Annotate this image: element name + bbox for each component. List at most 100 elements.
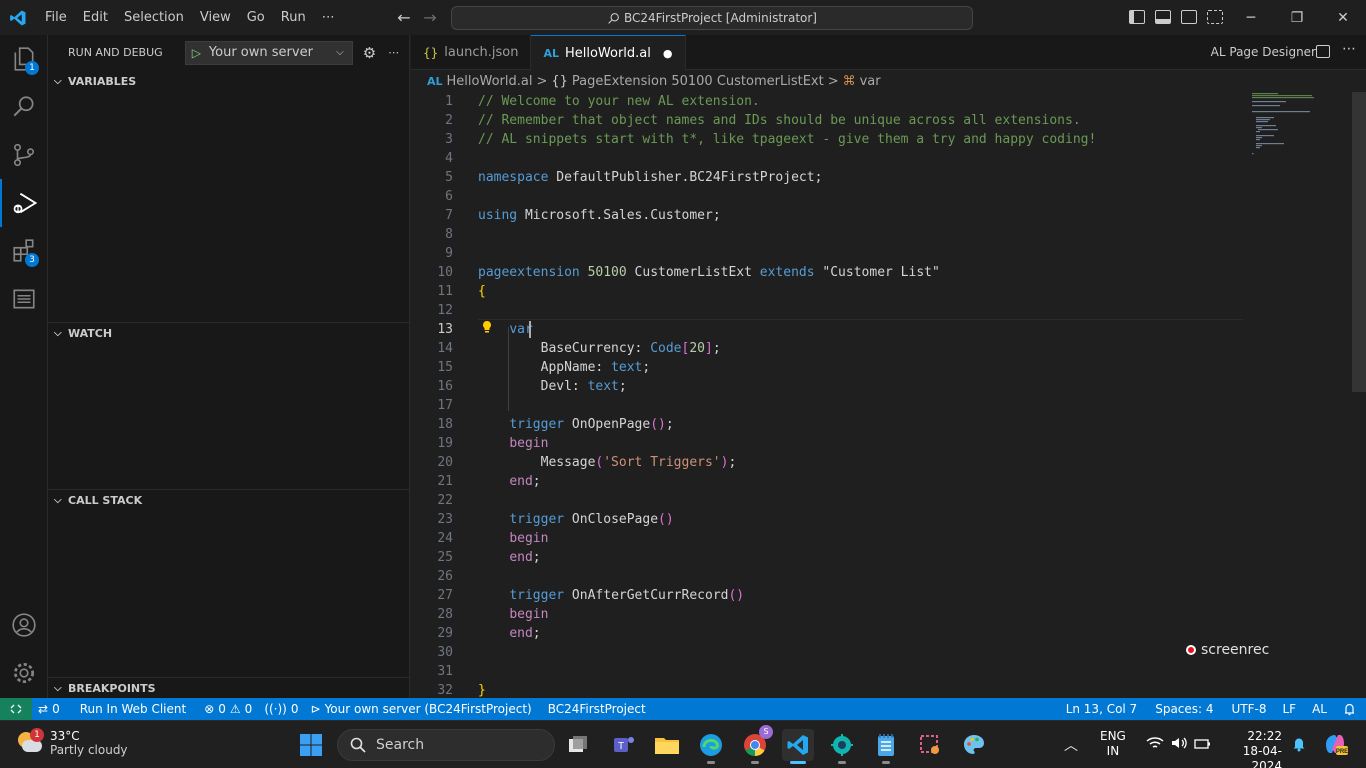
- lightbulb-icon[interactable]: [481, 320, 493, 338]
- taskbar-search[interactable]: Search: [337, 729, 555, 761]
- remote-indicator-icon[interactable]: [0, 698, 32, 720]
- notifications-icon[interactable]: [1337, 698, 1362, 720]
- wifi-icon[interactable]: [1146, 735, 1164, 755]
- code-line[interactable]: 22: [411, 491, 1251, 510]
- copilot-icon[interactable]: PRE: [1322, 731, 1348, 761]
- code-line[interactable]: 14 BaseCurrency: Code[20];: [411, 339, 1251, 358]
- section-variables[interactable]: ⌵ VARIABLES: [48, 70, 410, 92]
- menu-run[interactable]: Run: [273, 0, 314, 35]
- code-line[interactable]: 27 trigger OnAfterGetCurrRecord(): [411, 586, 1251, 605]
- menu-file[interactable]: File: [37, 0, 75, 35]
- notepad-icon[interactable]: [870, 729, 902, 764]
- customize-layout-icon[interactable]: [1207, 10, 1223, 24]
- code-line[interactable]: 15 AppName: text;: [411, 358, 1251, 377]
- code-line[interactable]: 19 begin: [411, 434, 1251, 453]
- tab-helloworld-al[interactable]: AL HelloWorld.al ●: [531, 35, 686, 70]
- file-explorer-icon[interactable]: [651, 729, 683, 761]
- manage-gear-icon[interactable]: [0, 649, 48, 697]
- code-line[interactable]: 21 end;: [411, 472, 1251, 491]
- section-call-stack[interactable]: ⌵ CALL STACK: [48, 489, 410, 511]
- run-and-debug-icon[interactable]: [0, 179, 48, 227]
- vscode-taskbar-icon[interactable]: [782, 729, 814, 764]
- snipping-tool-icon[interactable]: [914, 729, 946, 761]
- code-line[interactable]: 6: [411, 187, 1251, 206]
- toggle-secondary-sidebar-icon[interactable]: [1181, 10, 1197, 24]
- paint-icon[interactable]: [958, 729, 990, 761]
- menu-view[interactable]: View: [192, 0, 239, 35]
- run-in-web-client-button[interactable]: Run In Web Client: [74, 698, 193, 720]
- code-line[interactable]: 16 Devl: text;: [411, 377, 1251, 396]
- breadcrumb-object[interactable]: PageExtension 50100 CustomerListExt: [572, 74, 824, 89]
- code-line[interactable]: 20 Message('Sort Triggers');: [411, 453, 1251, 472]
- code-line[interactable]: 17: [411, 396, 1251, 415]
- unsaved-dot-icon[interactable]: ●: [663, 47, 673, 60]
- code-line[interactable]: 4: [411, 149, 1251, 168]
- encoding[interactable]: UTF-8: [1226, 698, 1273, 720]
- section-watch[interactable]: ⌵ WATCH: [48, 322, 410, 344]
- indentation[interactable]: Spaces: 4: [1149, 698, 1219, 720]
- al-explorer-icon[interactable]: [0, 275, 48, 323]
- broadcast-status[interactable]: ((·)) 0: [258, 698, 304, 720]
- menu-go[interactable]: Go: [239, 0, 273, 35]
- explorer-icon[interactable]: 1: [0, 35, 48, 83]
- code-line[interactable]: 10 pageextension 50100 CustomerListExt ex…: [411, 263, 1251, 282]
- menu-edit[interactable]: Edit: [75, 0, 116, 35]
- code-line[interactable]: 7 using Microsoft.Sales.Customer;: [411, 206, 1251, 225]
- editor-scrollbar[interactable]: [1352, 92, 1366, 392]
- extensions-icon[interactable]: 3: [0, 227, 48, 275]
- input-language[interactable]: ENG IN: [1100, 729, 1126, 759]
- end-of-line[interactable]: LF: [1277, 698, 1303, 720]
- breadcrumb-member[interactable]: var: [860, 74, 881, 89]
- debug-settings-gear-icon[interactable]: ⚙: [363, 44, 376, 62]
- language-mode[interactable]: AL: [1306, 698, 1333, 720]
- code-line[interactable]: 23 trigger OnClosePage(): [411, 510, 1251, 529]
- code-line[interactable]: 18 trigger OnOpenPage();: [411, 415, 1251, 434]
- split-editor-icon[interactable]: [1316, 45, 1330, 58]
- battery-icon[interactable]: [1194, 736, 1212, 755]
- weather-widget[interactable]: 1 33°C Partly cloudy: [16, 728, 128, 757]
- toggle-sidebar-icon[interactable]: [1129, 10, 1145, 24]
- windows-start-icon[interactable]: [295, 729, 327, 761]
- code-line[interactable]: 5 namespace DefaultPublisher.BC24FirstPro…: [411, 168, 1251, 187]
- al-tool-icon[interactable]: [826, 729, 858, 764]
- more-actions-icon[interactable]: ⋯: [388, 46, 399, 59]
- section-breakpoints[interactable]: ⌵ BREAKPOINTS: [48, 677, 410, 699]
- more-actions-icon[interactable]: ⋯: [1342, 41, 1356, 57]
- more-menu-icon[interactable]: ⋯: [314, 0, 343, 35]
- restore-icon[interactable]: ❐: [1274, 0, 1320, 35]
- code-line[interactable]: 28 begin: [411, 605, 1251, 624]
- back-arrow-icon[interactable]: ←: [394, 8, 414, 28]
- teams-icon[interactable]: T: [608, 729, 640, 761]
- problems-status[interactable]: ⊗ 0 ⚠ 0: [198, 698, 258, 720]
- code-line[interactable]: 3 // AL snippets start with t*, like tpag…: [411, 130, 1251, 149]
- search-view-icon[interactable]: [0, 83, 48, 131]
- edge-browser-icon[interactable]: [695, 729, 727, 764]
- code-line[interactable]: 26: [411, 567, 1251, 586]
- cursor-position[interactable]: Ln 13, Col 7: [1060, 698, 1144, 720]
- tab-launch-json[interactable]: {} launch.json: [411, 35, 532, 70]
- code-line[interactable]: 1 // Welcome to your new AL extension.: [411, 92, 1251, 111]
- code-editor[interactable]: 1 // Welcome to your new AL extension. 2 //…: [411, 92, 1366, 698]
- toggle-panel-icon[interactable]: [1155, 10, 1171, 24]
- source-control-icon[interactable]: [0, 131, 48, 179]
- code-line[interactable]: 31: [411, 662, 1251, 681]
- breadcrumb-file[interactable]: HelloWorld.al: [447, 74, 533, 89]
- show-hidden-icons-chevron-icon[interactable]: ︿: [1064, 735, 1078, 755]
- minimize-icon[interactable]: ─: [1228, 0, 1274, 35]
- menu-selection[interactable]: Selection: [116, 0, 192, 35]
- project-status[interactable]: BC24FirstProject: [542, 698, 652, 720]
- code-line[interactable]: 12: [411, 301, 1251, 320]
- task-view-icon[interactable]: [562, 729, 594, 761]
- clock[interactable]: 22:22 18-04-2024: [1222, 729, 1282, 768]
- code-line[interactable]: 8: [411, 225, 1251, 244]
- code-line[interactable]: 30: [411, 643, 1251, 662]
- code-line[interactable]: 25 end;: [411, 548, 1251, 567]
- al-page-designer-button[interactable]: AL Page Designer: [1211, 45, 1316, 59]
- notification-bell-icon[interactable]: [1292, 736, 1306, 756]
- ports-status[interactable]: ⇄ 0: [32, 698, 66, 720]
- command-center[interactable]: BC24FirstProject [Administrator]: [451, 6, 973, 30]
- code-line[interactable]: 11 {: [411, 282, 1251, 301]
- forward-arrow-icon[interactable]: →: [420, 8, 440, 28]
- debug-target-status[interactable]: ⊳ Your own server (BC24FirstProject): [305, 698, 538, 720]
- debug-config-dropdown[interactable]: ▷ Your own server ⌵: [184, 40, 353, 65]
